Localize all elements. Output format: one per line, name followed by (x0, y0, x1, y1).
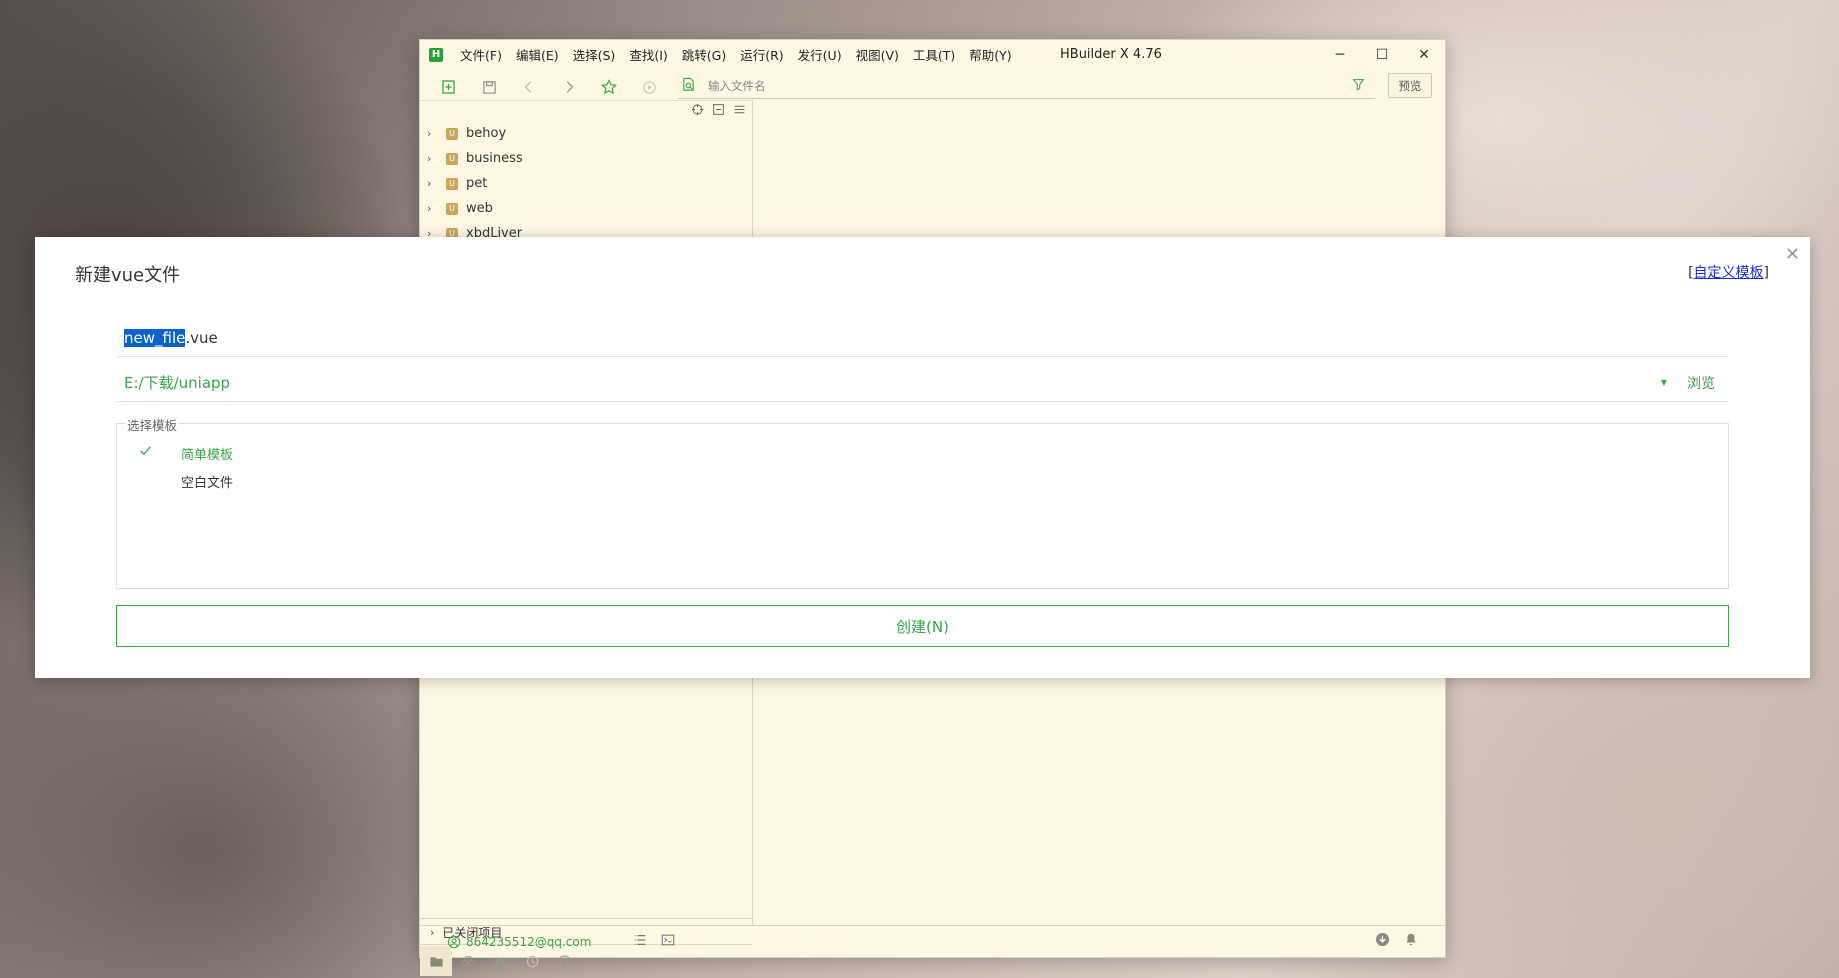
uniapp-project-icon: U (446, 152, 458, 165)
menu-file[interactable]: 文件(F) (453, 45, 509, 64)
new-file-icon[interactable] (438, 76, 460, 98)
status-bar: 864235512@qq.com (420, 925, 1445, 957)
run-icon[interactable] (638, 76, 660, 98)
user-icon (447, 935, 461, 948)
dialog-title: 新建vue文件 (75, 265, 181, 286)
custom-template-link-wrapper: [自定义模板] (1688, 262, 1769, 282)
sidebar-tools (691, 103, 746, 120)
app-title: HBuilder X 4.76 (1060, 47, 1162, 62)
uniapp-project-icon: U (446, 202, 458, 215)
chevron-right-icon[interactable]: › (427, 127, 441, 140)
filter-icon[interactable] (1352, 78, 1365, 95)
download-icon[interactable] (1375, 932, 1390, 951)
user-account[interactable]: 864235512@qq.com (447, 935, 591, 949)
menu-find[interactable]: 查找(I) (622, 45, 674, 64)
file-extension: .vue (185, 328, 218, 347)
preview-button[interactable]: 预览 (1388, 73, 1432, 98)
uniapp-project-icon: U (446, 177, 458, 190)
custom-template-link[interactable]: 自定义模板 (1694, 265, 1764, 281)
hbuilder-logo-icon: H (429, 47, 443, 62)
minimize-icon[interactable]: ─ (1319, 40, 1361, 69)
bell-icon[interactable] (1404, 932, 1418, 951)
template-option-simple[interactable]: 简单模板 (181, 444, 233, 463)
list-icon[interactable] (633, 933, 647, 951)
close-icon[interactable]: ✕ (1785, 244, 1800, 265)
menu-edit[interactable]: 编辑(E) (509, 45, 566, 64)
template-group: 选择模板 简单模板 空白文件 (116, 415, 1729, 589)
uniapp-project-icon: U (446, 127, 458, 140)
template-option-blank[interactable]: 空白文件 (181, 472, 233, 491)
user-email: 864235512@qq.com (466, 934, 592, 949)
menu-select[interactable]: 选择(S) (566, 45, 623, 64)
collapse-all-icon[interactable] (712, 103, 725, 120)
check-icon (139, 444, 152, 461)
project-item[interactable]: › U business (420, 146, 752, 171)
menu-goto[interactable]: 跳转(G) (675, 45, 733, 64)
file-search-icon (681, 77, 696, 96)
chevron-right-icon[interactable]: › (427, 177, 441, 190)
menu-publish[interactable]: 发行(U) (791, 45, 849, 64)
file-name-selection: new_file (124, 328, 186, 347)
window-controls: ─ ☐ ✕ (1319, 40, 1445, 69)
bracket-close: ] (1763, 265, 1769, 281)
status-right-icons (1375, 932, 1418, 951)
file-name-input[interactable]: new_file .vue (116, 319, 1729, 357)
project-name: pet (466, 176, 488, 191)
forward-icon[interactable] (558, 76, 580, 98)
path-select[interactable]: E:/下载/uniapp ▼ 浏览 (116, 364, 1729, 402)
chevron-right-icon[interactable]: › (427, 152, 441, 165)
terminal-icon[interactable] (661, 933, 675, 951)
menu-tools[interactable]: 工具(T) (906, 45, 962, 64)
template-legend: 选择模板 (125, 415, 180, 434)
project-name: behoy (466, 126, 507, 141)
dropdown-arrow-icon[interactable]: ▼ (1661, 378, 1667, 387)
chevron-right-icon[interactable]: › (427, 202, 441, 215)
save-icon[interactable] (478, 76, 500, 98)
close-window-icon[interactable]: ✕ (1403, 40, 1445, 69)
path-value: E:/下载/uniapp (124, 374, 231, 392)
project-name: web (466, 201, 493, 216)
search-placeholder: 输入文件名 (708, 79, 766, 93)
new-vue-file-dialog: 新建vue文件 ✕ [自定义模板] new_file .vue E:/下载/uni… (35, 237, 1810, 678)
maximize-icon[interactable]: ☐ (1361, 40, 1403, 69)
browse-button[interactable]: 浏览 (1687, 373, 1715, 393)
sidebar-menu-icon[interactable] (733, 103, 746, 120)
menu-run[interactable]: 运行(R) (733, 45, 790, 64)
title-bar: H 文件(F) 编辑(E) 选择(S) 查找(I) 跳转(G) 运行(R) 发行… (420, 40, 1445, 69)
star-icon[interactable] (598, 76, 620, 98)
project-item[interactable]: › U pet (420, 171, 752, 196)
menu-bar: 文件(F) 编辑(E) 选择(S) 查找(I) 跳转(G) 运行(R) 发行(U… (453, 45, 1019, 64)
create-button[interactable]: 创建(N) (116, 605, 1729, 647)
menu-view[interactable]: 视图(V) (849, 45, 906, 64)
locate-icon[interactable] (691, 103, 704, 120)
project-tree: › U behoy › U business › U pet › U web › (420, 121, 752, 246)
file-search-input[interactable]: 输入文件名 (678, 74, 1375, 99)
project-name: business (466, 151, 523, 166)
project-item[interactable]: › U web (420, 196, 752, 221)
project-item[interactable]: › U behoy (420, 121, 752, 146)
menu-help[interactable]: 帮助(Y) (962, 45, 1018, 64)
back-icon[interactable] (518, 76, 540, 98)
